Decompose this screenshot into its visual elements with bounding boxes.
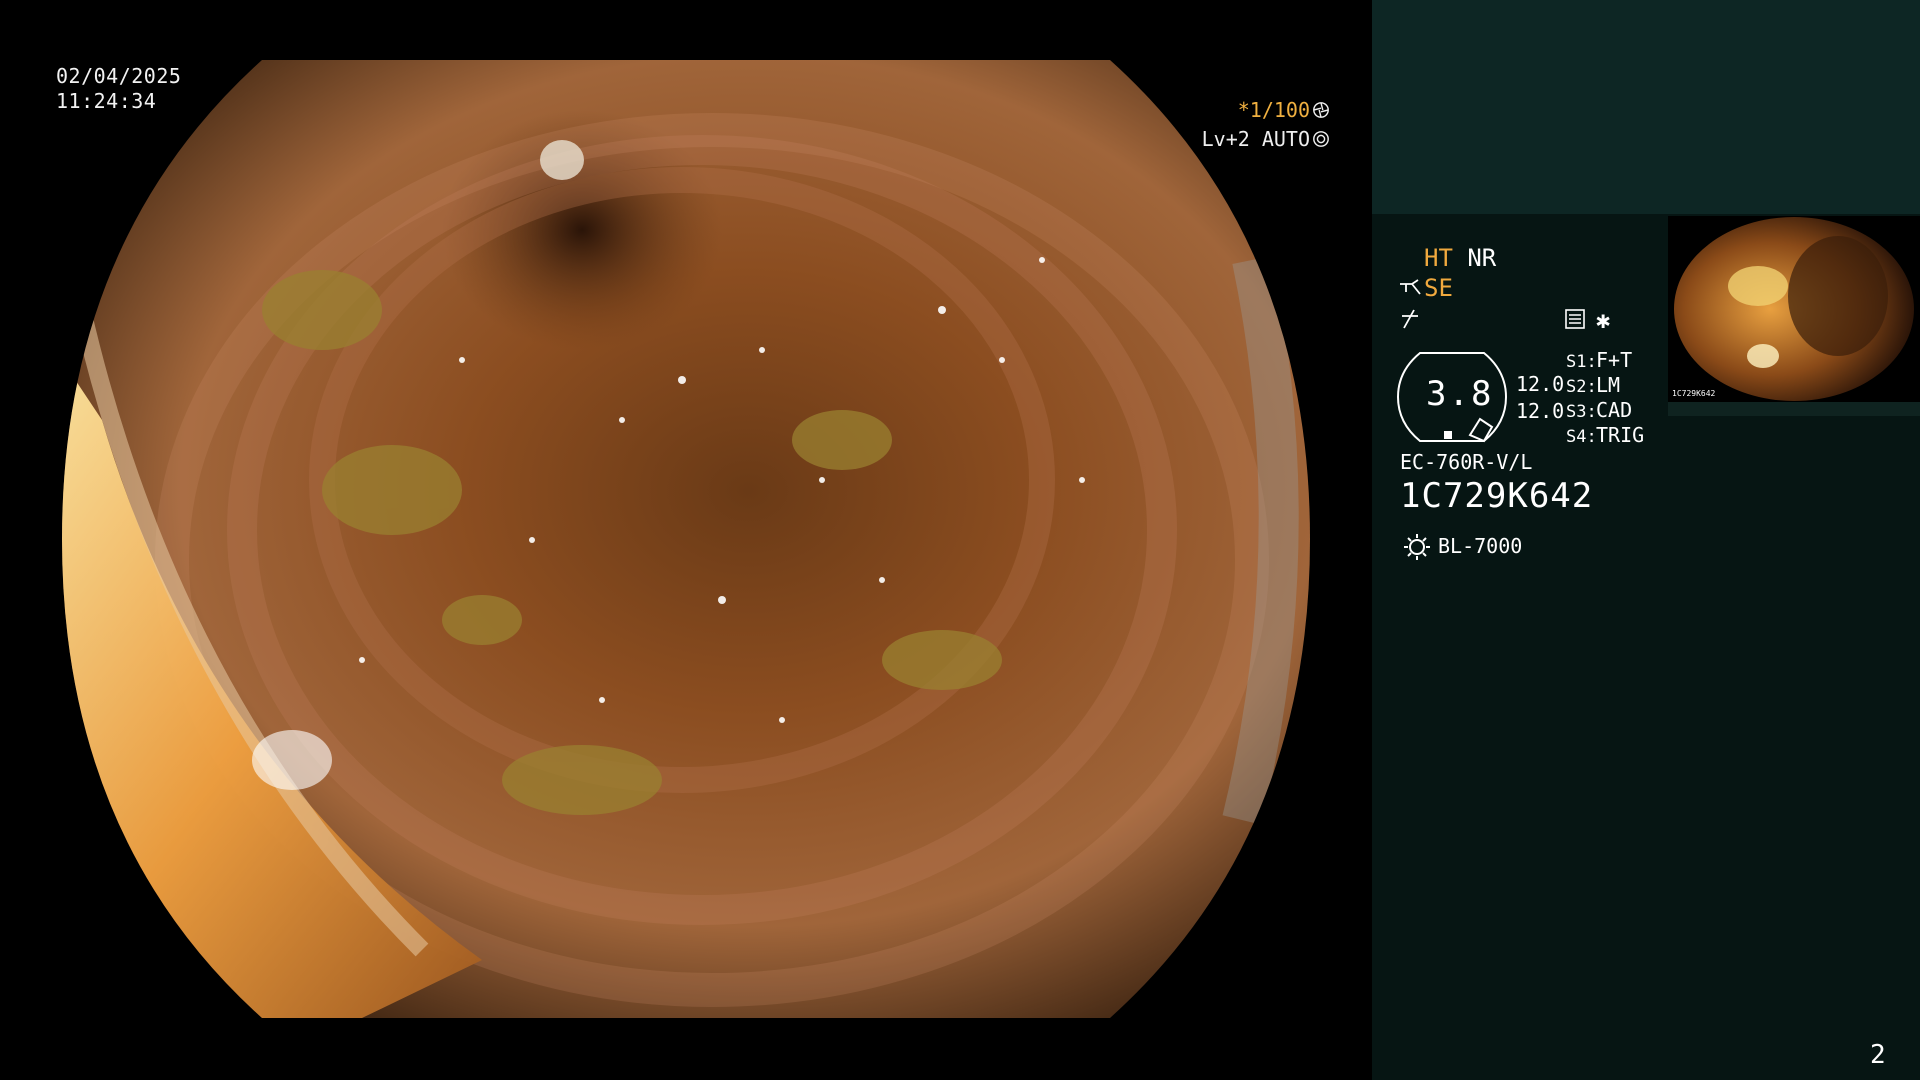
aperture-icon <box>1313 102 1329 118</box>
colon-lumen-image <box>62 60 1310 1018</box>
switch-3-label: S3: <box>1566 402 1597 422</box>
ht-label: HT <box>1424 244 1453 272</box>
scissors-icon <box>1402 309 1418 329</box>
gauge-value-2: 12.0 <box>1516 399 1565 423</box>
endoscope-view: 02/04/2025 11:24:34 *1/100 Lv+2 AUTO <box>0 0 1372 1080</box>
scope-serial: 1C729K642 <box>1400 476 1594 516</box>
scope-tip-icon <box>1400 279 1421 295</box>
zoom-value: 3.8 <box>1426 374 1494 414</box>
light-source-icon <box>1404 534 1430 560</box>
switch-2-label: S2: <box>1566 377 1597 397</box>
date-readout: 02/04/2025 <box>56 64 182 88</box>
time-readout: 11:24:34 <box>56 89 157 113</box>
asterisk-icon: ✱ <box>1596 306 1611 334</box>
shutter-value: *1/100 <box>1237 98 1310 122</box>
switch-1-label: S1: <box>1566 352 1597 372</box>
thumbnail-strip <box>1668 402 1920 416</box>
switch-1-value: F+T <box>1596 348 1633 372</box>
thumbnail-image <box>1674 217 1914 401</box>
settings-card-icon <box>1565 309 1585 329</box>
iris-icon <box>1313 131 1329 147</box>
info-panel: HT NR SE ✱ 3.8 12.0 12.0 S1: F+T S2: LM … <box>1372 0 1920 1080</box>
enhancement-row: HT NR <box>1424 244 1496 272</box>
shutter-readout: *1/100 <box>1238 98 1330 122</box>
se-label: SE <box>1424 274 1453 302</box>
panel-header-area <box>1372 0 1920 214</box>
light-source: BL-7000 <box>1438 534 1523 558</box>
switch-2-value: LM <box>1596 373 1621 397</box>
iris-readout: Lv+2 AUTO <box>1202 127 1330 151</box>
thumbnail-caption: 1C729K642 <box>1672 389 1716 398</box>
switch-4-label: S4: <box>1566 427 1597 447</box>
scope-model: EC-760R-V/L <box>1400 450 1533 474</box>
gauge-value-1: 12.0 <box>1516 372 1565 396</box>
switch-4-value: TRIG <box>1596 423 1645 447</box>
nr-label: NR <box>1467 244 1497 272</box>
endoscopic-image <box>62 60 1310 1018</box>
captured-thumbnail[interactable]: 1C729K642 <box>1668 216 1920 402</box>
iris-value: Lv+2 AUTO <box>1201 127 1310 151</box>
page-number: 2 <box>1870 1040 1886 1070</box>
switch-3-value: CAD <box>1596 398 1633 422</box>
